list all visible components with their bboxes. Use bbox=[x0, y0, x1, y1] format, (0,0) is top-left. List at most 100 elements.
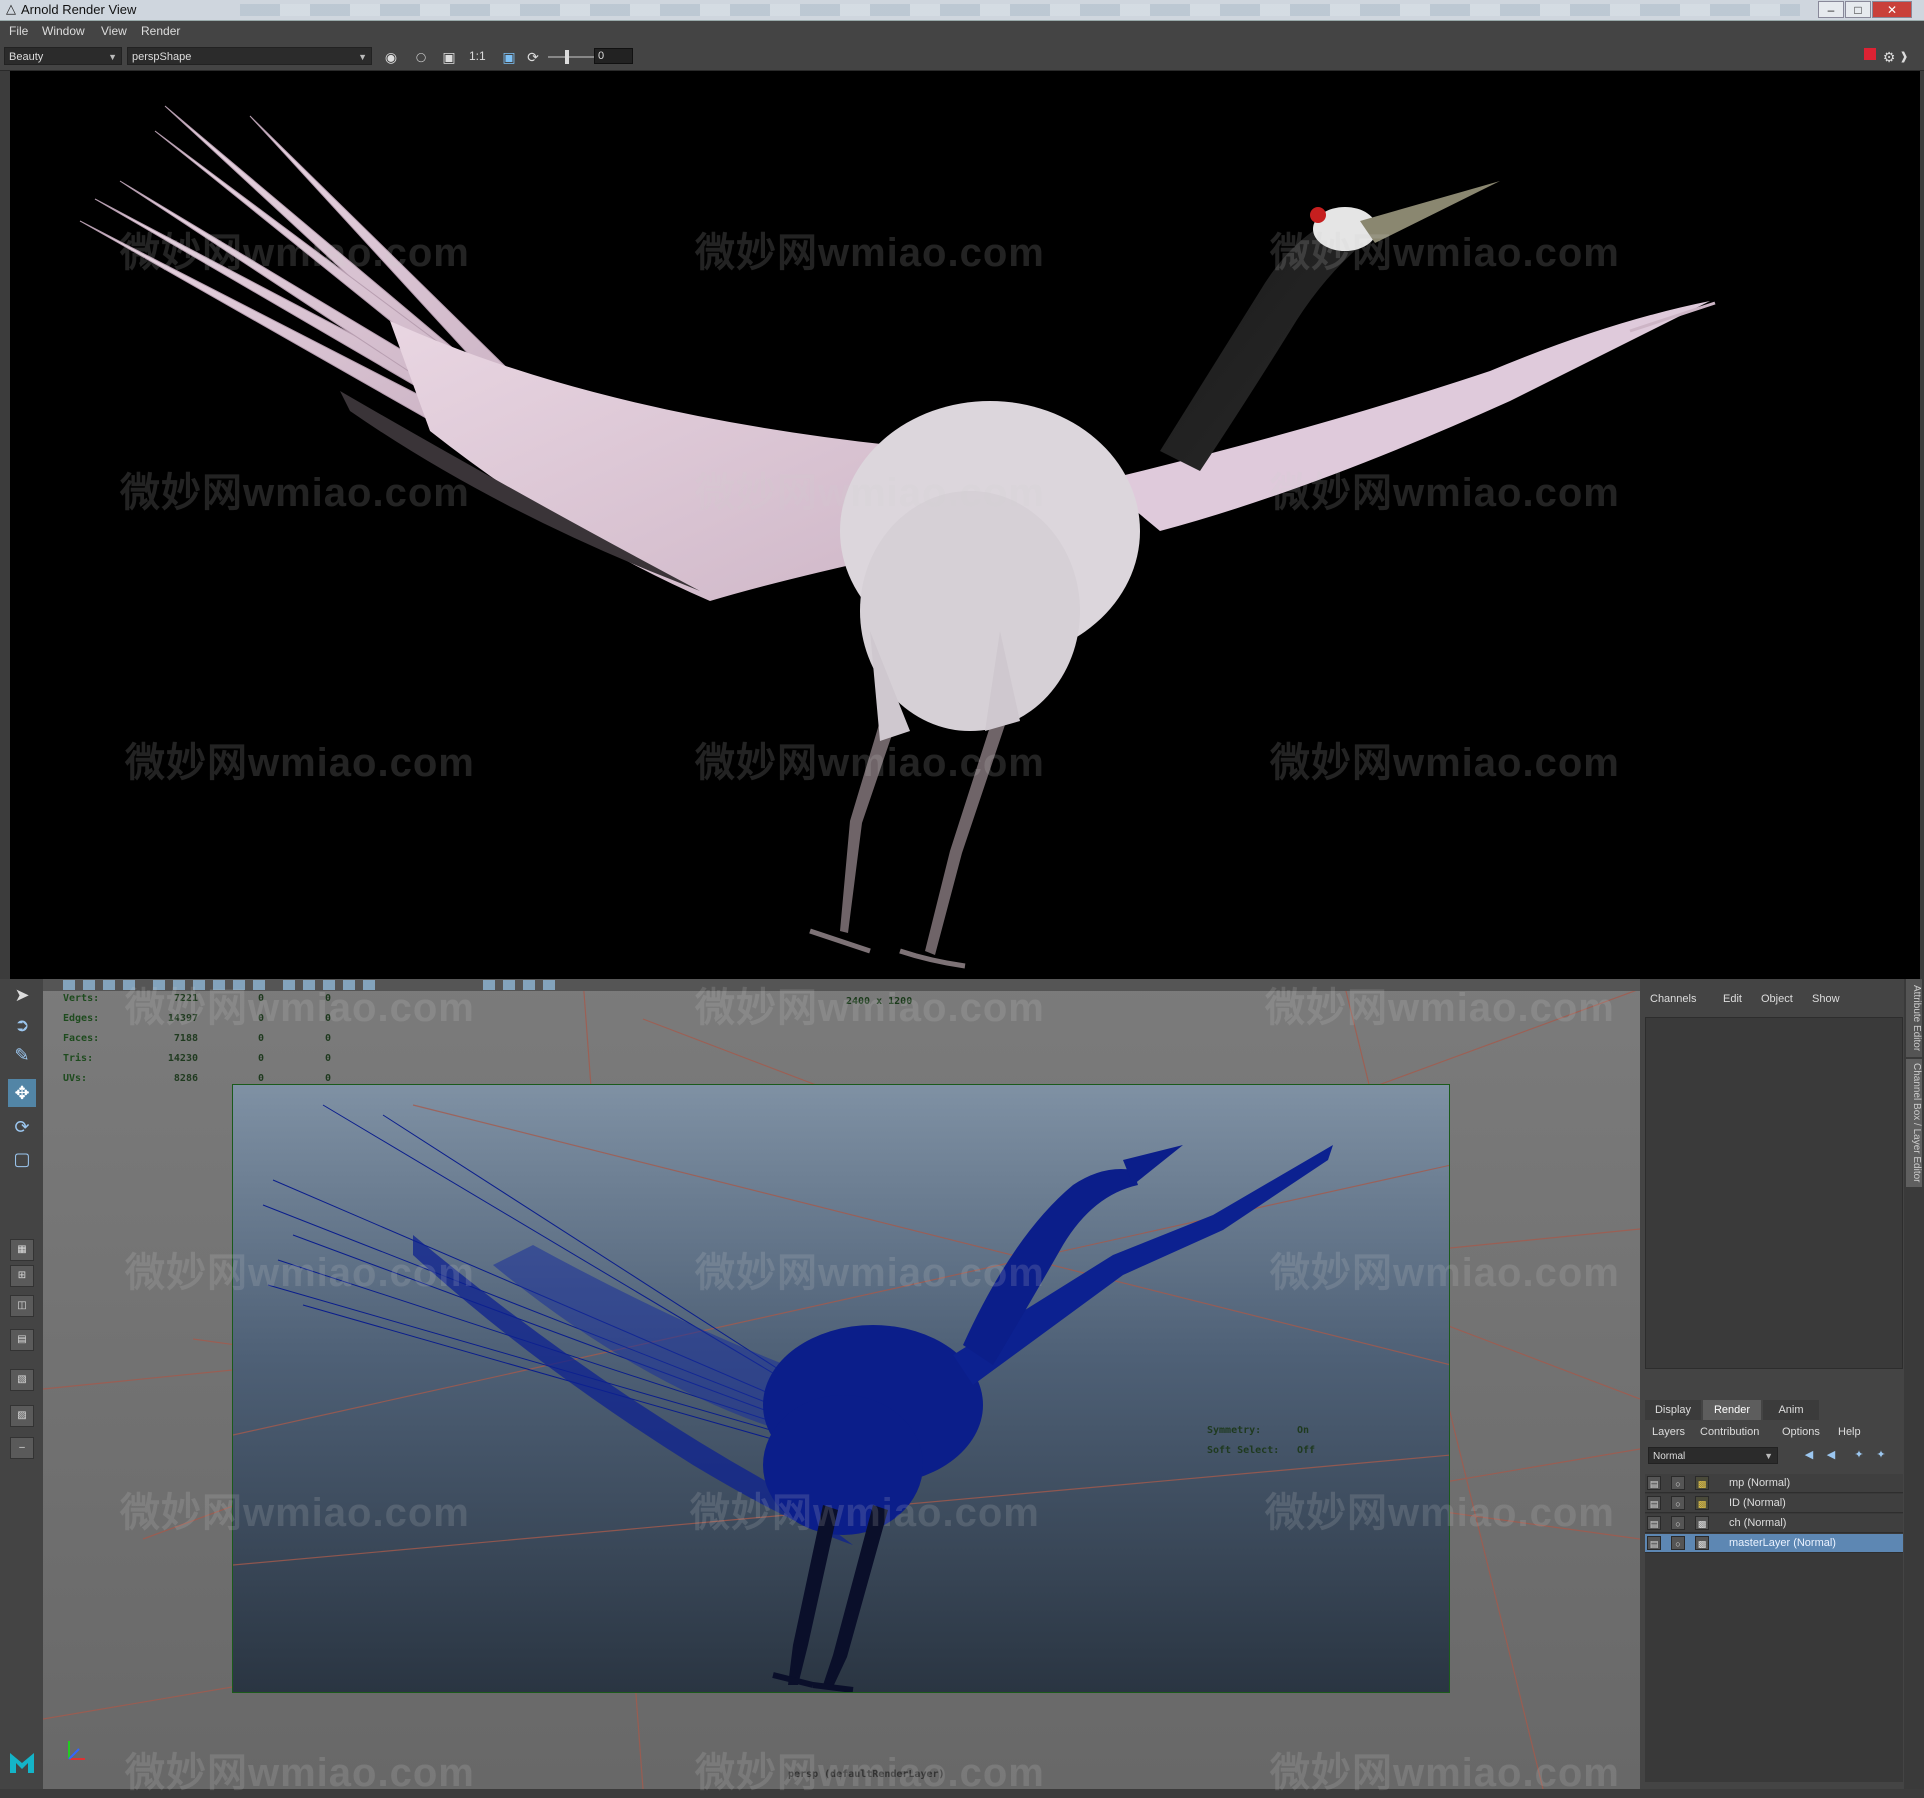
watermark: 微妙网wmiao.com bbox=[695, 741, 1045, 785]
watermark: 微妙网wmiao.com bbox=[695, 471, 1045, 515]
arnold-app-icon: △ bbox=[6, 1, 16, 16]
exposure-field[interactable]: 0 bbox=[594, 48, 633, 64]
visibility-toggle-icon[interactable]: ○ bbox=[1671, 1516, 1685, 1530]
checker-icon[interactable]: ▣ bbox=[440, 48, 458, 66]
close-button[interactable]: ✕ bbox=[1872, 1, 1912, 18]
panel-layout-icon[interactable] bbox=[543, 980, 555, 990]
axis-gizmo-icon bbox=[68, 1741, 85, 1760]
watermark: 微妙网wmiao.com bbox=[1270, 1751, 1620, 1795]
hud-soft-select-label: Soft Select: bbox=[1207, 1445, 1280, 1456]
menu-window[interactable]: Window bbox=[42, 24, 85, 38]
minimize-button[interactable]: – bbox=[1818, 1, 1844, 18]
crop-region-icon[interactable]: ▣ bbox=[500, 48, 518, 66]
menu-object[interactable]: Object bbox=[1761, 993, 1793, 1005]
render-toggle-icon[interactable]: ▤ bbox=[1647, 1536, 1661, 1550]
outliner-layout-icon[interactable]: ▤ bbox=[10, 1329, 34, 1351]
paint-select-tool-icon[interactable]: ✎ bbox=[8, 1041, 36, 1069]
tab-channel-box-layer-editor[interactable]: Channel Box / Layer Editor bbox=[1906, 1059, 1922, 1187]
frame-all-icon[interactable] bbox=[503, 980, 515, 990]
watermark: 微妙网wmiao.com bbox=[125, 1751, 475, 1795]
watermark: 微妙网wmiao.com bbox=[1265, 1491, 1615, 1535]
exposure-slider[interactable] bbox=[548, 50, 598, 64]
new-layer-icon[interactable]: ✦ bbox=[1852, 1448, 1866, 1462]
watermark: 微妙网wmiao.com bbox=[1270, 741, 1620, 785]
menu-edit[interactable]: Edit bbox=[1723, 993, 1742, 1005]
tab-attribute-editor[interactable]: Attribute Editor bbox=[1906, 979, 1922, 1057]
resolution-gate bbox=[232, 1084, 1450, 1693]
speaker-icon[interactable]: ❱ bbox=[1895, 48, 1913, 66]
visibility-toggle-icon[interactable]: ○ bbox=[1671, 1476, 1685, 1490]
tab-display[interactable]: Display bbox=[1645, 1400, 1701, 1420]
render-toggle-icon[interactable]: ▤ bbox=[1647, 1496, 1661, 1510]
move-layer-up-icon[interactable]: ◀ bbox=[1802, 1448, 1816, 1462]
stop-render-icon[interactable] bbox=[1864, 48, 1876, 60]
visibility-toggle-icon[interactable]: ○ bbox=[1671, 1536, 1685, 1550]
layer-row-ch[interactable]: ▤ ○ ▩ ch (Normal) bbox=[1645, 1514, 1903, 1533]
menu-channels[interactable]: Channels bbox=[1650, 993, 1696, 1005]
move-tool-icon[interactable]: ✥ bbox=[8, 1079, 36, 1107]
select-camera-icon[interactable] bbox=[483, 980, 495, 990]
maximize-button[interactable]: □ bbox=[1845, 1, 1871, 18]
scale-tool-icon[interactable]: ▢ bbox=[8, 1145, 36, 1173]
layer-row-masterlayer[interactable]: ▤ ○ ▩ masterLayer (Normal) bbox=[1645, 1534, 1903, 1553]
menu-help[interactable]: Help bbox=[1838, 1426, 1861, 1438]
watermark: 微妙网wmiao.com bbox=[1270, 231, 1620, 275]
layer-name: ch (Normal) bbox=[1729, 1517, 1787, 1529]
select-tool-icon[interactable]: ➤ bbox=[8, 981, 36, 1009]
two-pane-layout-icon[interactable]: ◫ bbox=[10, 1295, 34, 1317]
channel-box-body[interactable] bbox=[1645, 1017, 1903, 1369]
tab-anim[interactable]: Anim bbox=[1763, 1400, 1819, 1420]
graph-layout-icon[interactable]: ▧ bbox=[10, 1369, 34, 1391]
menu-contribution[interactable]: Contribution bbox=[1700, 1426, 1759, 1438]
layer-type-icon: ▩ bbox=[1695, 1516, 1709, 1530]
crane-render bbox=[79, 105, 1716, 969]
aov-select-value: Beauty bbox=[9, 51, 44, 63]
watermark: 微妙网wmiao.com bbox=[120, 231, 470, 275]
custom-layout-icon[interactable]: – bbox=[10, 1437, 34, 1459]
rgb-channel-icon[interactable]: ◯ bbox=[412, 48, 430, 66]
hud-symmetry-value: On bbox=[1297, 1425, 1310, 1436]
rotate-tool-icon[interactable]: ⟳ bbox=[8, 1113, 36, 1141]
layer-row-mp[interactable]: ▤ ○ ▩ mp (Normal) bbox=[1645, 1474, 1903, 1493]
render-toggle-icon[interactable]: ▤ bbox=[1647, 1516, 1661, 1530]
four-pane-layout-icon[interactable]: ⊞ bbox=[10, 1265, 34, 1287]
chevron-down-icon: ▼ bbox=[1764, 1451, 1773, 1461]
aov-select[interactable]: Beauty ▼ bbox=[4, 47, 122, 65]
lasso-tool-icon[interactable]: ➲ bbox=[8, 1011, 36, 1039]
frame-selected-icon[interactable] bbox=[523, 980, 535, 990]
tab-render[interactable]: Render bbox=[1703, 1400, 1761, 1420]
bookmark-icon[interactable] bbox=[103, 980, 115, 990]
camera-icon[interactable] bbox=[63, 980, 75, 990]
render-image bbox=[10, 71, 1920, 979]
exposure-slider-handle[interactable] bbox=[565, 50, 569, 64]
watermark: 微妙网wmiao.com bbox=[125, 741, 475, 785]
chevron-down-icon: ▼ bbox=[358, 52, 367, 62]
single-pane-layout-icon[interactable]: ▦ bbox=[10, 1239, 34, 1261]
layer-list: ▤ ○ ▩ mp (Normal) ▤ ○ ▩ ID (Normal) ▤ ○ … bbox=[1645, 1474, 1903, 1782]
visibility-toggle-icon[interactable]: ○ bbox=[1671, 1496, 1685, 1510]
menubar: File Window View Render bbox=[0, 21, 1924, 43]
zoom-label[interactable]: 1:1 bbox=[469, 49, 486, 63]
side-tab-strip: Attribute Editor Channel Box / Layer Edi… bbox=[1904, 979, 1924, 1789]
window-titlebar: △ Arnold Render View – □ ✕ bbox=[0, 0, 1924, 21]
menu-view[interactable]: View bbox=[101, 24, 127, 38]
blend-mode-value: Normal bbox=[1653, 1451, 1686, 1462]
menu-show[interactable]: Show bbox=[1812, 993, 1840, 1005]
move-layer-down-icon[interactable]: ◀ bbox=[1824, 1448, 1838, 1462]
menu-options[interactable]: Options bbox=[1782, 1426, 1820, 1438]
lock-camera-icon[interactable] bbox=[83, 980, 95, 990]
layer-row-id[interactable]: ▤ ○ ▩ ID (Normal) bbox=[1645, 1494, 1903, 1513]
menu-layers[interactable]: Layers bbox=[1652, 1426, 1685, 1438]
render-toggle-icon[interactable]: ▤ bbox=[1647, 1476, 1661, 1490]
layer-blend-mode-select[interactable]: Normal ▼ bbox=[1648, 1447, 1778, 1464]
menu-file[interactable]: File bbox=[9, 24, 28, 38]
camera-select[interactable]: perspShape ▼ bbox=[127, 47, 372, 65]
refresh-icon[interactable]: ⟳ bbox=[524, 48, 542, 66]
menu-render[interactable]: Render bbox=[141, 24, 180, 38]
viewport-panel[interactable]: Verts: 7221 0 0 Edges: 14397 0 0 Faces: … bbox=[43, 979, 1640, 1789]
layer-name: masterLayer (Normal) bbox=[1729, 1537, 1836, 1549]
display-settings-icon[interactable]: ◉ bbox=[382, 48, 400, 66]
watermark: 微妙网wmiao.com bbox=[1270, 471, 1620, 515]
hypershade-layout-icon[interactable]: ▨ bbox=[10, 1405, 34, 1427]
new-layer-selected-icon[interactable]: ✦ bbox=[1874, 1448, 1888, 1462]
